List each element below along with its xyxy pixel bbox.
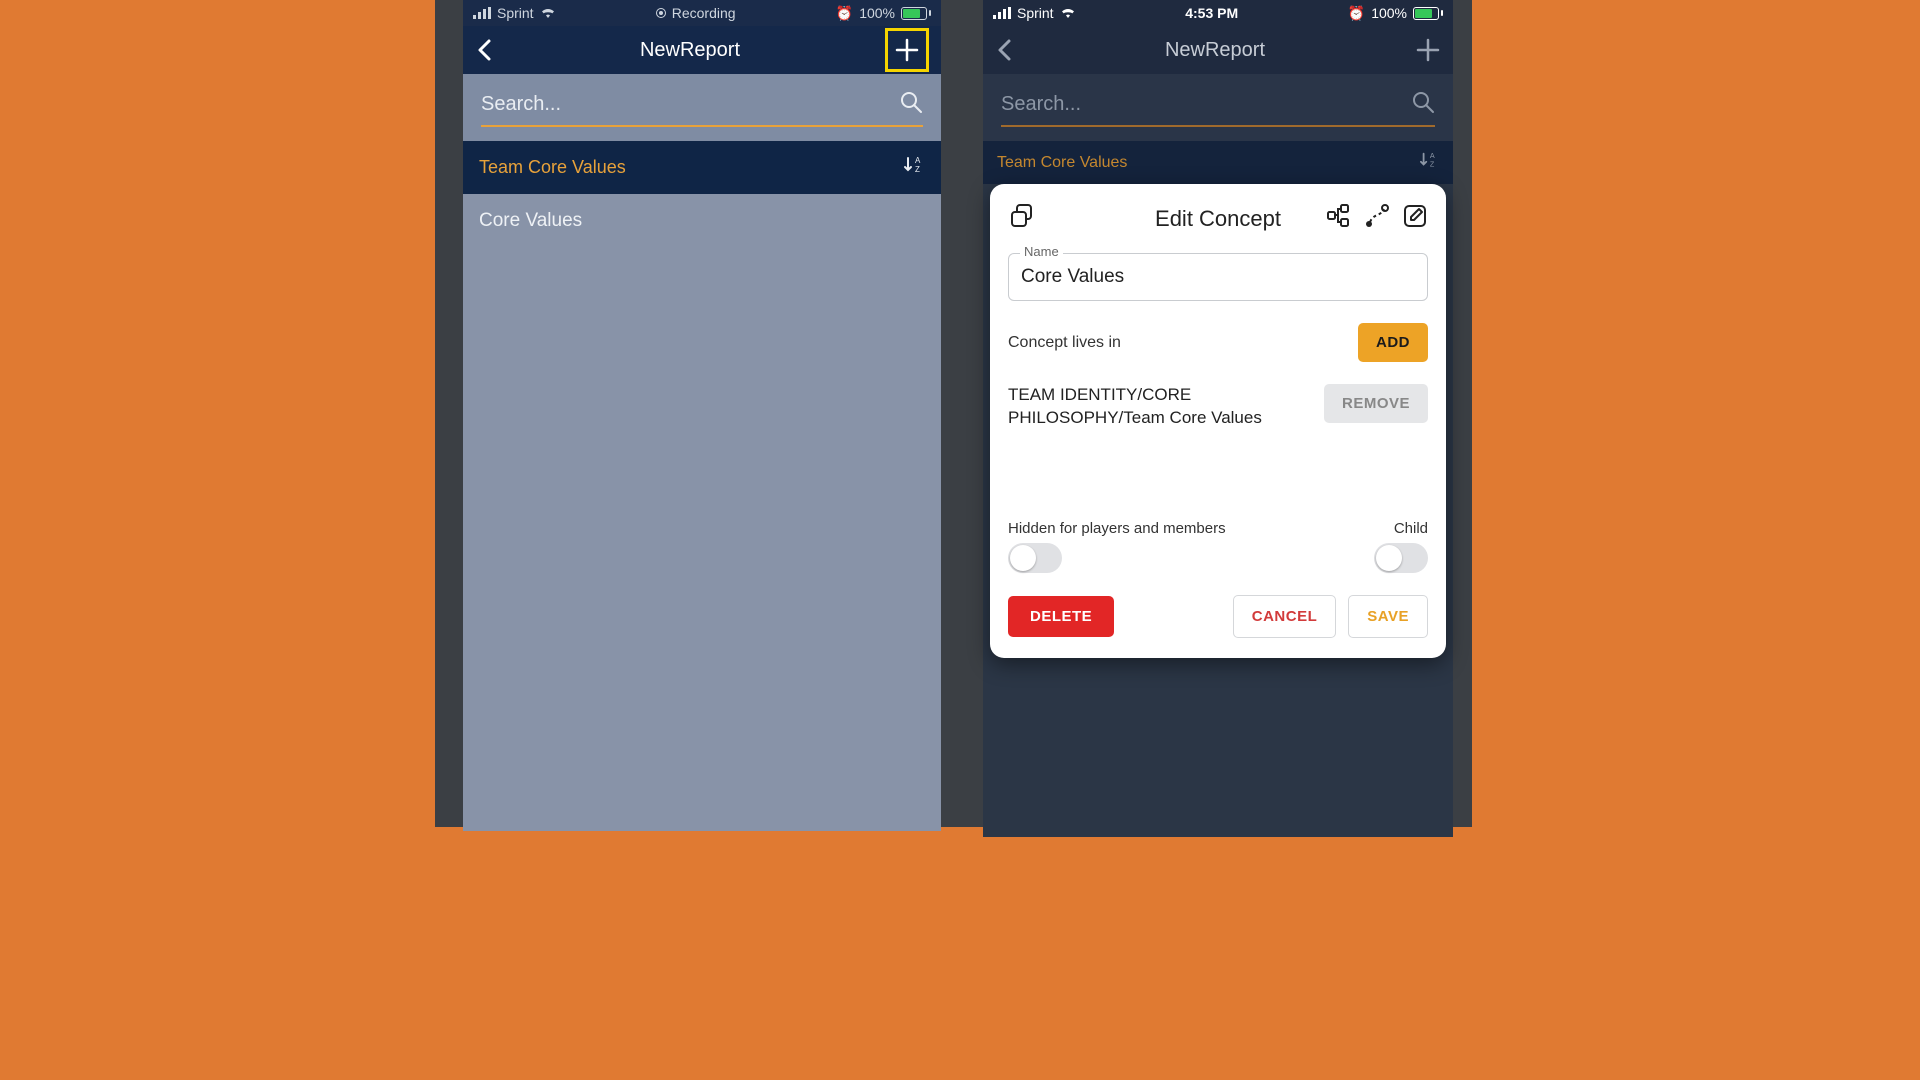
name-field-label: Name bbox=[1020, 244, 1063, 259]
section-header[interactable]: Team Core Values AZ bbox=[983, 141, 1453, 184]
screenshot-stage: Sprint Recording ⏰ 100% NewReport bbox=[435, 0, 1472, 827]
section-title: Team Core Values bbox=[479, 157, 626, 178]
recording-icon bbox=[656, 8, 666, 18]
edit-icon[interactable] bbox=[1402, 203, 1428, 234]
page-title: NewReport bbox=[1015, 39, 1415, 62]
wifi-icon bbox=[1060, 5, 1076, 21]
recording-label: Recording bbox=[672, 5, 736, 21]
add-location-button[interactable]: ADD bbox=[1358, 323, 1428, 362]
hidden-toggle[interactable] bbox=[1008, 543, 1062, 573]
phone-right: Sprint 4:53 PM ⏰ 100% NewReport bbox=[983, 0, 1453, 827]
alarm-icon: ⏰ bbox=[1348, 5, 1365, 22]
diagram-icon[interactable] bbox=[1326, 203, 1352, 234]
back-button[interactable] bbox=[475, 38, 495, 62]
child-toggle-label: Child bbox=[1394, 520, 1428, 537]
add-button-highlighted[interactable] bbox=[885, 28, 929, 72]
child-toggle[interactable] bbox=[1374, 543, 1428, 573]
nav-bar: NewReport bbox=[983, 26, 1453, 74]
search-input[interactable] bbox=[481, 93, 857, 116]
svg-text:A: A bbox=[915, 156, 921, 165]
status-bar: Sprint 4:53 PM ⏰ 100% bbox=[983, 0, 1453, 26]
phone-left: Sprint Recording ⏰ 100% NewReport bbox=[463, 0, 941, 827]
svg-text:Z: Z bbox=[915, 165, 920, 174]
cancel-button[interactable]: CANCEL bbox=[1233, 595, 1337, 638]
path-icon[interactable] bbox=[1364, 203, 1390, 234]
search-bar bbox=[463, 74, 941, 141]
svg-text:Z: Z bbox=[1430, 159, 1435, 168]
carrier-label: Sprint bbox=[1017, 5, 1054, 21]
hidden-toggle-label: Hidden for players and members bbox=[1008, 520, 1226, 537]
status-bar: Sprint Recording ⏰ 100% bbox=[463, 0, 941, 26]
name-field[interactable] bbox=[1008, 253, 1428, 301]
signal-icon bbox=[993, 7, 1011, 19]
battery-pct: 100% bbox=[859, 5, 895, 21]
edit-concept-modal: Edit Concept Name Conc bbox=[990, 184, 1446, 658]
battery-pct: 100% bbox=[1371, 5, 1407, 21]
modal-title: Edit Concept bbox=[1104, 206, 1332, 232]
remove-location-button[interactable]: REMOVE bbox=[1324, 384, 1428, 423]
alarm-icon: ⏰ bbox=[836, 5, 853, 22]
section-title: Team Core Values bbox=[997, 154, 1127, 172]
battery-icon bbox=[1413, 7, 1443, 20]
nav-bar: NewReport bbox=[463, 26, 941, 74]
battery-icon bbox=[901, 7, 931, 20]
sort-icon[interactable]: AZ bbox=[1419, 151, 1439, 174]
list-item[interactable]: Core Values bbox=[463, 194, 941, 248]
clock-label: 4:53 PM bbox=[1185, 5, 1238, 21]
save-button[interactable]: SAVE bbox=[1348, 595, 1428, 638]
concept-path-text: TEAM IDENTITY/CORE PHILOSOPHY/Team Core … bbox=[1008, 384, 1310, 430]
list-area[interactable]: Core Values bbox=[463, 194, 941, 831]
search-input[interactable] bbox=[1001, 93, 1370, 116]
back-button[interactable] bbox=[995, 38, 1015, 62]
search-bar bbox=[983, 74, 1453, 141]
copy-icon[interactable] bbox=[1008, 202, 1036, 235]
search-icon[interactable] bbox=[1411, 90, 1435, 119]
section-header[interactable]: Team Core Values AZ bbox=[463, 141, 941, 194]
add-button[interactable] bbox=[1415, 37, 1441, 63]
concept-lives-in-label: Concept lives in bbox=[1008, 334, 1121, 352]
signal-icon bbox=[473, 7, 491, 19]
search-icon[interactable] bbox=[899, 90, 923, 119]
carrier-label: Sprint bbox=[497, 5, 534, 21]
wifi-icon bbox=[540, 5, 556, 21]
delete-button[interactable]: DELETE bbox=[1008, 596, 1114, 637]
page-title: NewReport bbox=[495, 39, 885, 62]
sort-icon[interactable]: AZ bbox=[903, 155, 925, 180]
